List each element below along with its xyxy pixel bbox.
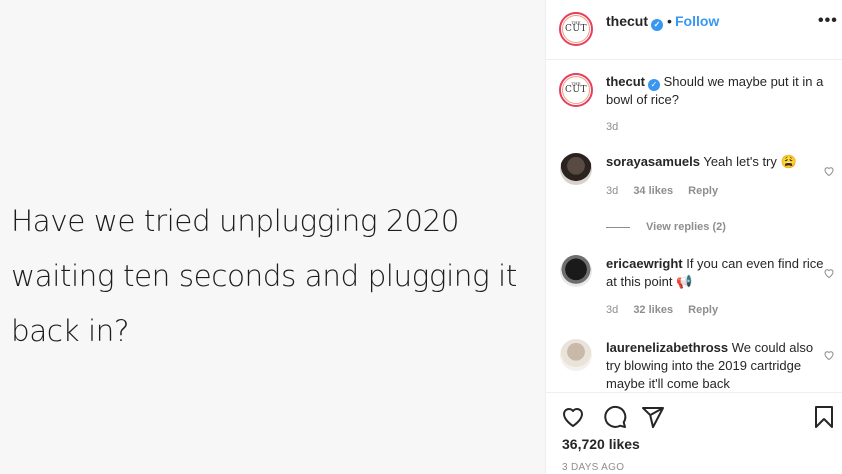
comment-body: ericaewright If you can even find rice a… xyxy=(606,255,826,291)
comment-username[interactable]: sorayasamuels xyxy=(606,154,700,169)
heart-icon[interactable] xyxy=(823,349,835,361)
logo-small-text: THE xyxy=(571,20,581,25)
post-image[interactable]: Have we tried unplugging 2020 waiting te… xyxy=(0,0,545,474)
post-timestamp[interactable]: 3 DAYS AGO xyxy=(562,462,624,473)
logo-text: CUT xyxy=(565,85,587,95)
avatar[interactable] xyxy=(560,255,592,287)
caption: THE CUT thecut ✓ Should we maybe put it i… xyxy=(559,73,835,143)
separator-dot: • xyxy=(667,13,672,29)
post-text-line-3: back in? xyxy=(11,314,130,348)
verified-badge-icon: ✓ xyxy=(648,79,660,91)
heart-icon[interactable] xyxy=(823,267,835,279)
comment-body: sorayasamuels Yeah let's try 😩 xyxy=(606,153,826,171)
post-actions: 36,720 likes 3 DAYS AGO xyxy=(546,392,842,474)
reply-button[interactable]: Reply xyxy=(688,185,718,197)
caption-username[interactable]: thecut xyxy=(606,74,645,89)
heart-icon[interactable] xyxy=(823,165,835,177)
avatar[interactable] xyxy=(560,339,592,371)
comment-username[interactable]: laurenelizabethross xyxy=(606,340,728,355)
avatar[interactable]: THE CUT xyxy=(559,12,593,46)
caption-time: 3d xyxy=(606,121,619,133)
bookmark-icon[interactable] xyxy=(812,405,836,429)
post-text-line-2: waiting ten seconds and plugging it xyxy=(11,259,517,293)
list-item: ericaewright If you can even find rice a… xyxy=(560,255,835,316)
comment-likes[interactable]: 32 likes xyxy=(633,304,673,316)
comment-body: laurenelizabethross We could also try bl… xyxy=(606,339,826,392)
post-side-panel: THE CUT thecut ✓ • Follow ••• THE CUT the… xyxy=(545,0,842,474)
post-text-line-1: Have we tried unplugging 2020 xyxy=(11,204,460,238)
post-image-text: Have we tried unplugging 2020 waiting te… xyxy=(11,194,541,359)
avatar[interactable] xyxy=(560,153,592,185)
comment-meta: 3d 34 likes Reply xyxy=(606,185,730,197)
likes-count[interactable]: 36,720 likes xyxy=(562,436,640,452)
comment-icon[interactable] xyxy=(603,405,627,429)
logo-small-text: THE xyxy=(571,81,581,86)
heart-icon[interactable] xyxy=(561,405,585,429)
list-item: sorayasamuels Yeah let's try 😩 3d 34 lik… xyxy=(560,153,835,203)
caption-meta: 3d xyxy=(606,121,630,133)
comment-username[interactable]: ericaewright xyxy=(606,256,683,271)
list-item: laurenelizabethross We could also try bl… xyxy=(560,339,835,392)
header-username[interactable]: thecut ✓ xyxy=(606,13,663,31)
share-icon[interactable] xyxy=(641,405,665,429)
comments-list[interactable]: THE CUT thecut ✓ Should we maybe put it i… xyxy=(546,61,842,392)
view-replies-button[interactable]: View replies (2) xyxy=(606,221,726,233)
logo-text: CUT xyxy=(565,24,587,34)
comment-time: 3d xyxy=(606,185,619,197)
caption-body: thecut ✓ Should we maybe put it in a bowl… xyxy=(606,73,826,109)
comment-text: Yeah let's try 😩 xyxy=(703,154,797,169)
comment-likes[interactable]: 34 likes xyxy=(633,185,673,197)
verified-badge-icon: ✓ xyxy=(651,19,663,31)
avatar[interactable]: THE CUT xyxy=(559,73,593,107)
follow-button[interactable]: Follow xyxy=(675,13,719,29)
comment-time: 3d xyxy=(606,304,619,316)
more-options-icon[interactable]: ••• xyxy=(818,12,838,30)
header-username-text: thecut xyxy=(606,13,648,29)
comment-meta: 3d 32 likes Reply xyxy=(606,304,730,316)
post-header: THE CUT thecut ✓ • Follow ••• xyxy=(546,0,842,60)
reply-button[interactable]: Reply xyxy=(688,304,718,316)
